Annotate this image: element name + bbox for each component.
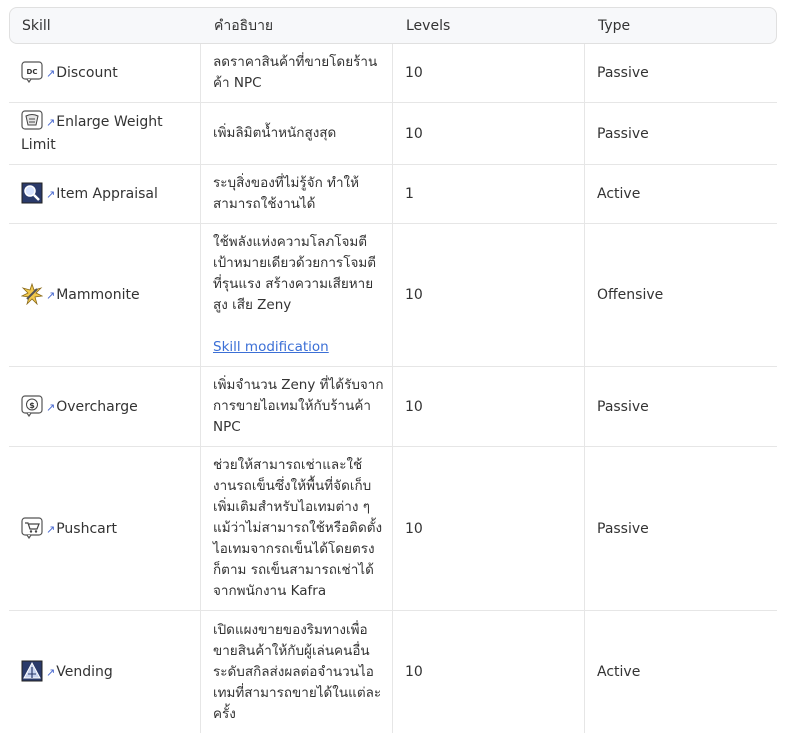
header-levels: Levels bbox=[406, 17, 451, 34]
description-text: เพิ่มลิมิตน้ำหนักสูงสุด bbox=[213, 125, 337, 141]
type-cell: Passive bbox=[597, 65, 649, 81]
skill-link[interactable]: Discount bbox=[56, 65, 117, 81]
external-link-icon: ↗ bbox=[46, 116, 56, 129]
external-link-icon: ↗ bbox=[46, 188, 56, 201]
coin-icon: $ bbox=[21, 394, 43, 417]
levels-cell: 10 bbox=[393, 611, 585, 733]
levels-cell: 10 bbox=[393, 367, 585, 446]
table-row: ↗Enlarge Weight Limit เพิ่มลิมิตน้ำหนักส… bbox=[9, 103, 777, 165]
levels-cell: 10 bbox=[393, 103, 585, 164]
skill-link[interactable]: Pushcart bbox=[56, 521, 117, 537]
enlarge-weight-icon bbox=[21, 110, 43, 130]
mammonite-icon bbox=[21, 283, 43, 305]
external-link-icon: ↗ bbox=[46, 67, 56, 80]
skills-table: Skill คำอธิบาย Levels Type DC ↗Discount … bbox=[9, 7, 777, 733]
levels-cell: 10 bbox=[393, 224, 585, 366]
type-cell: Offensive bbox=[597, 287, 664, 303]
type-cell: Active bbox=[597, 664, 641, 680]
table-row: $ ↗Overcharge เพิ่มจำนวน Zeny ที่ได้รับจ… bbox=[9, 367, 777, 447]
table-row: ↗Item Appraisal ระบุสิ่งของที่ไม่รู้จัก … bbox=[9, 165, 777, 224]
external-link-icon: ↗ bbox=[46, 400, 56, 414]
external-link-icon: ↗ bbox=[46, 666, 56, 679]
type-cell: Active bbox=[597, 186, 641, 202]
description-cell: ใช้พลังแห่งความโลภโจมตีเป้าหมายเดียวด้วย… bbox=[201, 224, 393, 366]
external-link-icon: ↗ bbox=[46, 522, 56, 536]
skill-link[interactable]: Mammonite bbox=[56, 287, 139, 303]
table-row: ↗Mammonite ใช้พลังแห่งความโลภโจมตีเป้าหม… bbox=[9, 224, 777, 367]
description-cell: ช่วยให้สามารถเช่าและใช้งานรถเข็นซึ่งให้พ… bbox=[201, 447, 393, 610]
skill-link[interactable]: Item Appraisal bbox=[56, 186, 158, 202]
levels-cell: 1 bbox=[393, 165, 585, 223]
magnifier-icon bbox=[21, 182, 43, 204]
skill-cell: ↗Vending bbox=[9, 611, 201, 733]
description-cell: ลดราคาสินค้าที่ขายโดยร้านค้า NPC bbox=[201, 44, 393, 102]
external-link-icon: ↗ bbox=[46, 289, 56, 302]
description-text: ลดราคาสินค้าที่ขายโดยร้านค้า NPC bbox=[213, 54, 378, 91]
cart-icon bbox=[21, 516, 43, 539]
table-header: Skill คำอธิบาย Levels Type bbox=[9, 7, 777, 44]
table-row: ↗Pushcart ช่วยให้สามารถเช่าและใช้งานรถเข… bbox=[9, 447, 777, 611]
header-skill: Skill bbox=[22, 17, 51, 34]
description-text: ใช้พลังแห่งความโลภโจมตีเป้าหมายเดียวด้วย… bbox=[213, 234, 377, 313]
skill-cell: ↗Item Appraisal bbox=[9, 165, 201, 223]
description-cell: เพิ่มจำนวน Zeny ที่ได้รับจากการขายไอเทมใ… bbox=[201, 367, 393, 446]
description-cell: เพิ่มลิมิตน้ำหนักสูงสุด bbox=[201, 103, 393, 164]
skill-cell: ↗Mammonite bbox=[9, 224, 201, 366]
type-cell: Passive bbox=[597, 520, 649, 537]
table-row: DC ↗Discount ลดราคาสินค้าที่ขายโดยร้านค้… bbox=[9, 44, 777, 103]
description-text: ระบุสิ่งของที่ไม่รู้จัก ทำให้สามารถใช้งา… bbox=[213, 175, 360, 212]
table-row: ↗Vending เปิดแผงขายของริมทางเพื่อขายสินค… bbox=[9, 611, 777, 733]
skill-cell: DC ↗Discount bbox=[9, 44, 201, 102]
type-cell: Passive bbox=[597, 125, 649, 142]
levels-cell: 10 bbox=[393, 447, 585, 610]
description-text: เปิดแผงขายของริมทางเพื่อขายสินค้าให้กับผ… bbox=[213, 621, 382, 722]
skill-link[interactable]: Vending bbox=[56, 664, 113, 680]
skill-link[interactable]: Overcharge bbox=[56, 399, 138, 415]
description-cell: เปิดแผงขายของริมทางเพื่อขายสินค้าให้กับผ… bbox=[201, 611, 393, 733]
skill-cell: ↗Pushcart bbox=[9, 447, 201, 610]
svg-text:DC: DC bbox=[27, 68, 38, 76]
vending-icon bbox=[21, 660, 43, 682]
description-text: ช่วยให้สามารถเช่าและใช้งานรถเข็นซึ่งให้พ… bbox=[213, 457, 383, 599]
skill-cell: $ ↗Overcharge bbox=[9, 367, 201, 446]
type-cell: Passive bbox=[597, 398, 649, 415]
skill-cell: ↗Enlarge Weight Limit bbox=[9, 103, 201, 164]
description-cell: ระบุสิ่งของที่ไม่รู้จัก ทำให้สามารถใช้งา… bbox=[201, 165, 393, 223]
header-type: Type bbox=[598, 17, 631, 34]
discount-icon: DC bbox=[21, 61, 43, 83]
header-description: คำอธิบาย bbox=[214, 17, 274, 34]
levels-cell: 10 bbox=[393, 44, 585, 102]
skill-modification-link[interactable]: Skill modification bbox=[213, 337, 329, 358]
svg-text:$: $ bbox=[29, 401, 35, 410]
description-text: เพิ่มจำนวน Zeny ที่ได้รับจากการขายไอเทมใ… bbox=[213, 377, 384, 435]
